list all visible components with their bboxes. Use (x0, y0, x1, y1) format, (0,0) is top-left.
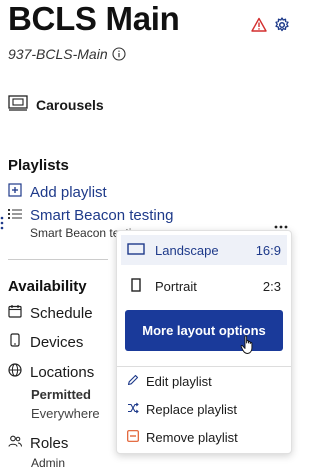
plus-box-icon (8, 183, 22, 201)
roles-item[interactable]: Roles (8, 434, 68, 452)
add-playlist-button[interactable]: Add playlist (8, 183, 107, 201)
admin-value: Admin (31, 456, 66, 470)
locations-label: Locations (30, 363, 95, 381)
header-icons (251, 17, 290, 33)
hand-cursor-icon (240, 335, 256, 355)
warning-icon[interactable] (251, 17, 267, 33)
playlist-item-label: Smart Beacon testing (30, 207, 174, 224)
pencil-icon (127, 374, 139, 389)
calendar-icon (8, 304, 22, 322)
portrait-label: Portrait (155, 278, 197, 294)
shuffle-icon (127, 402, 139, 417)
playlists-heading: Playlists (8, 157, 69, 174)
everywhere-value: Everywhere (31, 406, 100, 421)
schedule-label: Schedule (30, 304, 93, 322)
remove-playlist-label: Remove playlist (146, 430, 238, 445)
portrait-option[interactable]: Portrait 2:3 (121, 271, 287, 301)
replace-playlist-item[interactable]: Replace playlist (127, 402, 237, 417)
carousels-label: Carousels (36, 96, 104, 113)
info-icon[interactable] (112, 47, 126, 61)
add-playlist-label: Add playlist (30, 183, 107, 201)
page-title: BCLS Main (8, 0, 180, 37)
portrait-icon (127, 277, 145, 295)
section-divider (8, 259, 108, 260)
list-icon (8, 207, 22, 224)
permitted-label: Permitted (31, 387, 91, 402)
remove-playlist-item[interactable]: Remove playlist (127, 430, 238, 445)
locations-item[interactable]: Locations (8, 363, 94, 381)
globe-icon (8, 363, 22, 381)
layout-dropdown-menu: Landscape 16:9 Portrait 2:3 More layout … (116, 230, 292, 454)
portrait-ratio: 2:3 (262, 278, 281, 294)
users-icon (8, 434, 22, 452)
playlist-item[interactable]: Smart Beacon testing (8, 207, 173, 224)
schedule-item[interactable]: Schedule (8, 304, 93, 322)
devices-item[interactable]: Devices (8, 333, 83, 351)
menu-separator (117, 366, 291, 367)
minus-box-icon (127, 430, 139, 445)
gear-icon[interactable] (274, 17, 290, 33)
replace-playlist-label: Replace playlist (146, 402, 238, 417)
carousels-item[interactable]: Carousels (8, 95, 104, 114)
carousel-icon (8, 95, 28, 114)
devices-label: Devices (30, 333, 84, 351)
landscape-icon (127, 242, 145, 258)
drag-handle-icon[interactable] (0, 216, 4, 230)
landscape-option[interactable]: Landscape 16:9 (121, 235, 287, 265)
more-layout-options-button[interactable]: More layout options (125, 310, 283, 351)
landscape-ratio: 16:9 (255, 242, 281, 258)
availability-heading: Availability (8, 278, 87, 295)
channel-id: 937-BCLS-Main (8, 46, 108, 62)
phone-icon (8, 333, 22, 351)
landscape-label: Landscape (155, 242, 219, 258)
roles-label: Roles (30, 434, 69, 452)
edit-playlist-item[interactable]: Edit playlist (127, 374, 212, 389)
edit-playlist-label: Edit playlist (146, 374, 212, 389)
page-subtitle: 937-BCLS-Main (8, 46, 126, 62)
